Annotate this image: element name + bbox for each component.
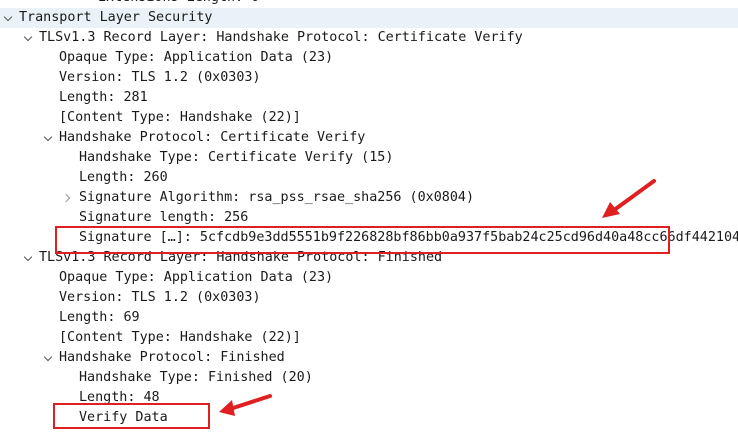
- tree-row-opaque-type[interactable]: Opaque Type: Application Data (23): [0, 48, 738, 68]
- row-label: Version: TLS 1.2 (0x0303): [59, 70, 261, 85]
- row-label: Opaque Type: Application Data (23): [59, 50, 334, 65]
- row-label: [Content Type: Handshake (22)]: [59, 330, 301, 345]
- row-label: Opaque Type: Application Data (23): [59, 270, 334, 285]
- tree-row-version[interactable]: Version: TLS 1.2 (0x0303): [0, 288, 738, 308]
- tree-row-content-type[interactable]: [Content Type: Handshake (22)]: [0, 108, 738, 128]
- tree-row-content-type[interactable]: [Content Type: Handshake (22)]: [0, 328, 738, 348]
- tree-row-extensions-length[interactable]: Extensions Length: 0: [0, 0, 738, 8]
- tree-row-transport-layer-security[interactable]: Transport Layer Security: [0, 8, 738, 28]
- row-label: Handshake Protocol: Finished: [59, 350, 285, 365]
- row-label: Signature Algorithm: rsa_pss_rsae_sha256…: [79, 190, 475, 205]
- row-label: TLSv1.3 Record Layer: Handshake Protocol…: [39, 30, 523, 45]
- tree-row-handshake-finished[interactable]: Handshake Protocol: Finished: [0, 348, 738, 368]
- tree-row-opaque-type[interactable]: Opaque Type: Application Data (23): [0, 268, 738, 288]
- signature-highlight-box: [55, 226, 670, 254]
- row-label: Version: TLS 1.2 (0x0303): [59, 290, 261, 305]
- row-label: Length: 260: [79, 170, 168, 185]
- row-label: Handshake Type: Finished (20): [79, 370, 313, 385]
- row-label: Transport Layer Security: [19, 10, 213, 25]
- tree-row-length[interactable]: Length: 281: [0, 88, 738, 108]
- annotation-arrow-icon: [602, 179, 656, 218]
- tree-row-length[interactable]: Length: 69: [0, 308, 738, 328]
- row-label: Extensions Length: 0: [98, 0, 259, 8]
- tree-row-handshake-certificate-verify[interactable]: Handshake Protocol: Certificate Verify: [0, 128, 738, 148]
- row-label: Length: 281: [59, 90, 148, 105]
- tree-row-record-layer-certificate-verify[interactable]: TLSv1.3 Record Layer: Handshake Protocol…: [0, 28, 738, 48]
- tree-row-handshake-type[interactable]: Handshake Type: Certificate Verify (15): [0, 148, 738, 168]
- row-label: Handshake Type: Certificate Verify (15): [79, 150, 394, 165]
- verify-data-highlight-box: [53, 403, 210, 429]
- row-label: Length: 69: [59, 310, 140, 325]
- annotation-arrow-icon: [219, 394, 272, 416]
- row-label: [Content Type: Handshake (22)]: [59, 110, 301, 125]
- row-label: Handshake Protocol: Certificate Verify: [59, 130, 366, 145]
- tree-row-handshake-type[interactable]: Handshake Type: Finished (20): [0, 368, 738, 388]
- tree-row-version[interactable]: Version: TLS 1.2 (0x0303): [0, 68, 738, 88]
- row-label: Signature length: 256: [79, 210, 249, 225]
